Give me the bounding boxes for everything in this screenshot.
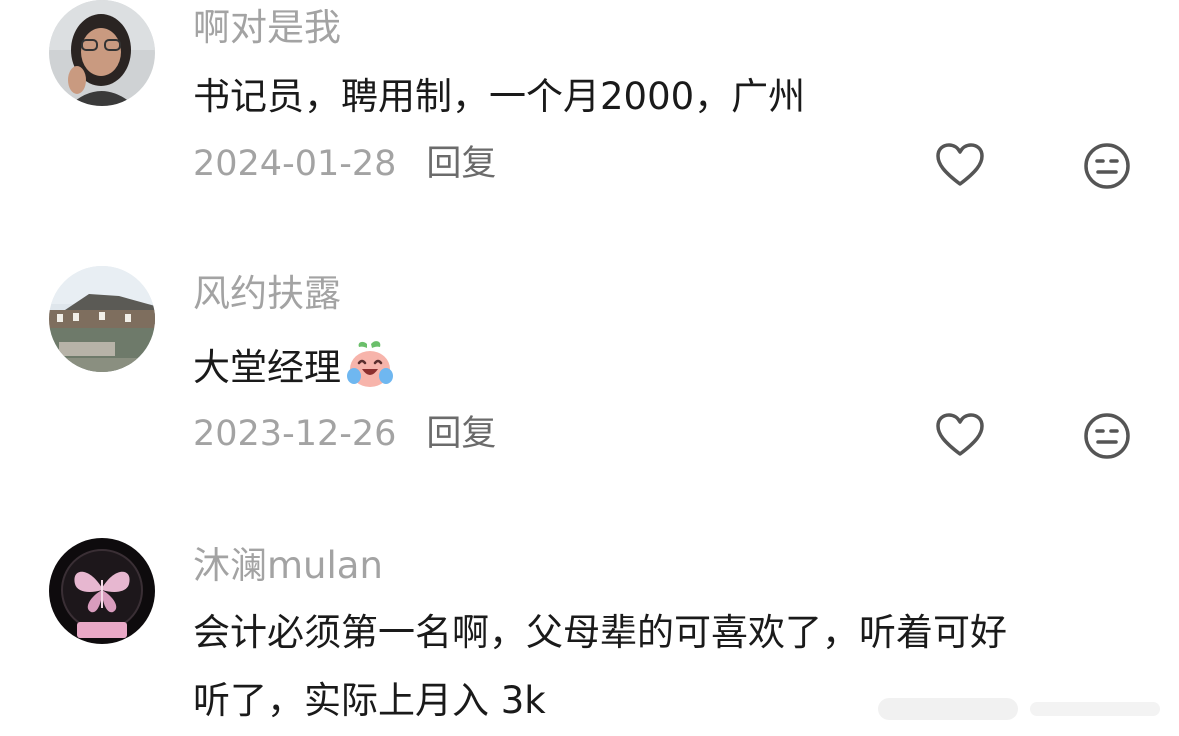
avatar-image [49,266,155,372]
comment-meta: 2024-01-28 回复 [193,142,496,186]
username[interactable]: 啊对是我 [193,6,341,50]
watermark-graphic [878,698,1160,720]
avatar-image [49,0,155,106]
reply-button[interactable]: 回复 [426,144,496,184]
comment-meta: 2023-12-26 回复 [193,412,496,456]
heart-outline-icon [936,143,984,186]
like-button[interactable] [934,410,986,462]
avatar-image [49,538,155,644]
comment-date: 2024-01-28 [193,144,397,184]
dislike-button[interactable] [1081,410,1133,462]
comment-line: 书记员，聘用制，一个月2000，广州 [193,75,806,118]
comment-line: 大堂经理 [193,346,341,389]
comment-line: 会计必须第一名啊，父母辈的可喜欢了，听着可好 [193,611,1007,654]
heart-outline-icon [936,413,984,456]
reply-button[interactable]: 回复 [426,414,496,454]
meh-face-icon [1084,413,1130,459]
user-avatar[interactable] [49,0,155,106]
dislike-button[interactable] [1081,140,1133,192]
like-button[interactable] [934,140,986,192]
username[interactable]: 风约扶露 [193,272,341,316]
meh-face-icon [1084,143,1130,189]
user-avatar[interactable] [49,538,155,644]
comment-text: 书记员，聘用制，一个月2000，广州 [193,68,805,126]
laugh-cry-peach-emoji [347,341,393,387]
username[interactable]: 沐澜mulan [193,544,383,588]
user-avatar[interactable] [49,266,155,372]
comment-text: 大堂经理 [193,338,397,397]
comment-date: 2023-12-26 [193,414,397,454]
